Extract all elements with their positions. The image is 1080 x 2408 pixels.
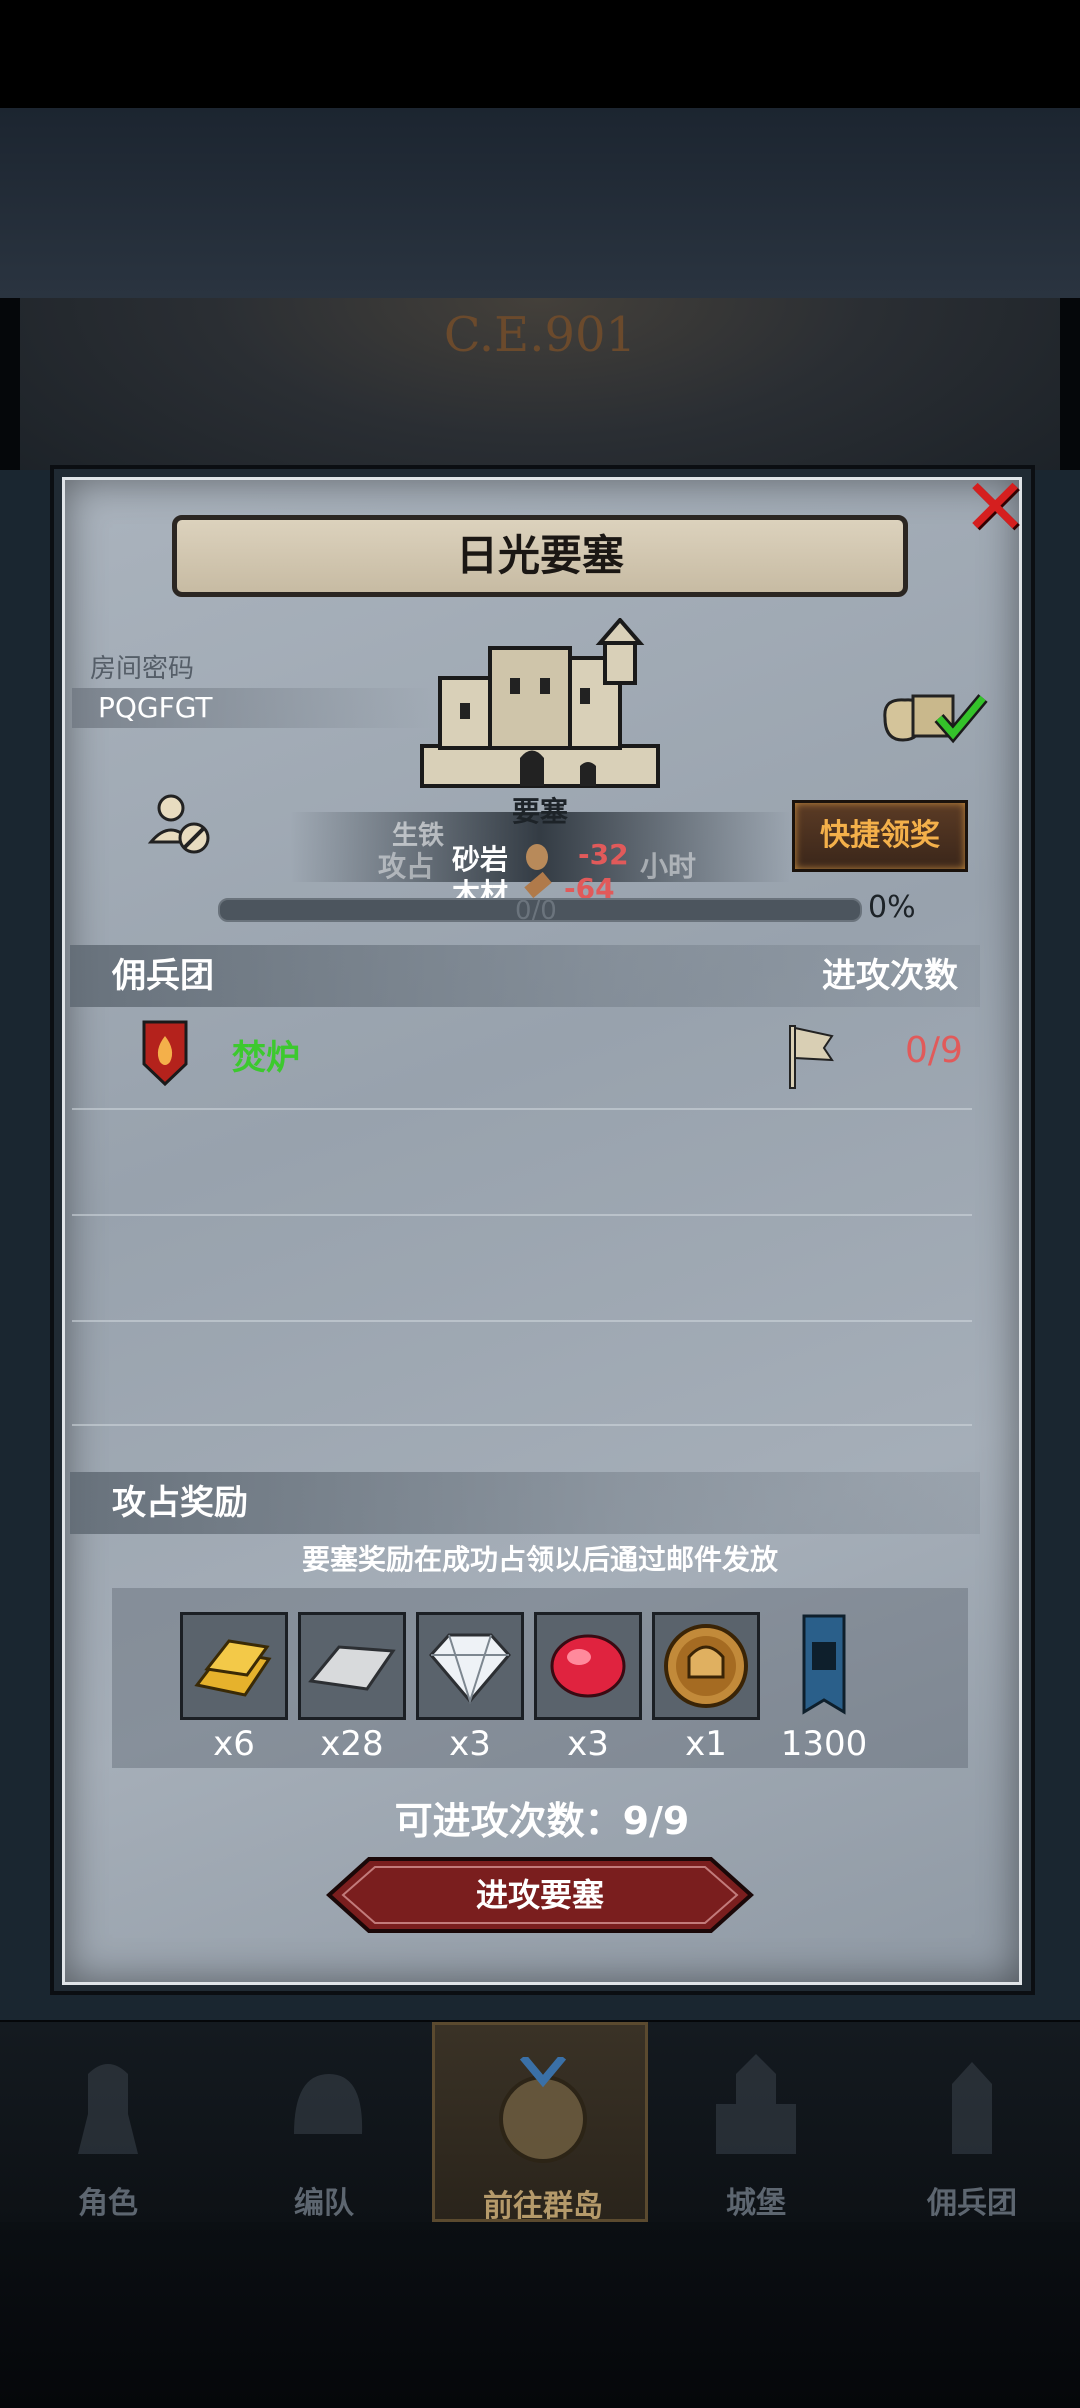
row-divider	[72, 1214, 972, 1216]
islands-globe-icon	[499, 2057, 587, 2163]
nav-label: 角色	[78, 2186, 138, 2221]
quick-claim-button[interactable]: 快捷领奖	[792, 800, 968, 872]
mercenary-attack-count: 0/9	[905, 1030, 963, 1071]
helmet-icon	[294, 2074, 363, 2134]
mercenary-emblem-icon	[142, 1020, 188, 1087]
nav-castle[interactable]: 城堡	[648, 2022, 864, 2222]
ruby-icon[interactable]	[534, 1612, 642, 1720]
nav-label: 佣兵团	[927, 2186, 1017, 2221]
castle-icon	[716, 2054, 796, 2154]
mercenary-name[interactable]: 焚炉	[232, 1030, 300, 1079]
rewards-section-title: 攻占奖励	[112, 1483, 248, 1523]
nav-islands[interactable]: 前往群岛	[432, 2022, 648, 2224]
era-label: C.E.901	[443, 307, 637, 363]
mercenary-section-title: 佣兵团	[112, 956, 214, 996]
close-icon[interactable]: ✕	[955, 468, 1035, 548]
row-divider	[72, 1320, 972, 1322]
nav-mercenary[interactable]: 佣兵团	[864, 2022, 1080, 2222]
nav-label: 前往群岛	[483, 2189, 603, 2224]
available-attacks: 可进攻次数：9/9	[394, 1799, 690, 1843]
mercenary-tower-icon	[952, 2062, 992, 2154]
background-sky	[0, 108, 1080, 298]
sandstone-icon	[526, 844, 548, 870]
overlay-text-occupy: 攻占	[378, 850, 435, 883]
sandstone-value: -32	[578, 838, 629, 871]
nav-character[interactable]: 角色	[0, 2022, 216, 2222]
diamond-icon[interactable]	[416, 1612, 524, 1720]
resource-collected-icon[interactable]	[875, 678, 995, 748]
reward-qty: x6	[213, 1724, 255, 1764]
fortress-label: 要塞	[511, 795, 568, 828]
reward-qty: x1	[685, 1724, 727, 1764]
overlay-text-hours: 小时	[640, 850, 697, 883]
gold-bars-icon[interactable]	[180, 1612, 288, 1720]
nav-label: 编队	[294, 2186, 354, 2221]
row-divider	[72, 1108, 972, 1110]
reward-qty: x28	[320, 1724, 384, 1764]
rewards-note: 要塞奖励在成功占领以后通过邮件发放	[301, 1543, 778, 1576]
reward-qty: 1300	[780, 1724, 868, 1764]
nav-label: 城堡	[726, 2186, 786, 2221]
knight-icon	[78, 2064, 138, 2154]
nav-formation[interactable]: 编队	[216, 2022, 432, 2222]
status-bar-area	[0, 0, 1080, 108]
attack-count-title: 进攻次数	[822, 956, 958, 996]
bottom-background	[0, 2222, 1080, 2408]
attack-fortress-button[interactable]: 进攻要塞	[325, 1855, 755, 1935]
row-divider	[72, 1424, 972, 1426]
reward-qty: x3	[567, 1724, 609, 1764]
reward-qty: x3	[449, 1724, 491, 1764]
progress-count: 0/0	[515, 896, 557, 926]
iron-ingot-icon[interactable]	[298, 1612, 406, 1720]
dialog-title: 日光要塞	[455, 531, 624, 580]
flag-icon	[789, 1025, 834, 1089]
fortress-castle-icon	[420, 618, 660, 788]
room-code: PQGFGT	[98, 691, 213, 724]
room-code-label: 房间密码	[90, 654, 195, 684]
knight-helmet-coin-icon[interactable]	[652, 1612, 760, 1720]
user-blocked-icon[interactable]	[146, 790, 216, 860]
fortress-banner-icon[interactable]	[770, 1612, 878, 1720]
progress-percent: 0%	[868, 890, 916, 925]
